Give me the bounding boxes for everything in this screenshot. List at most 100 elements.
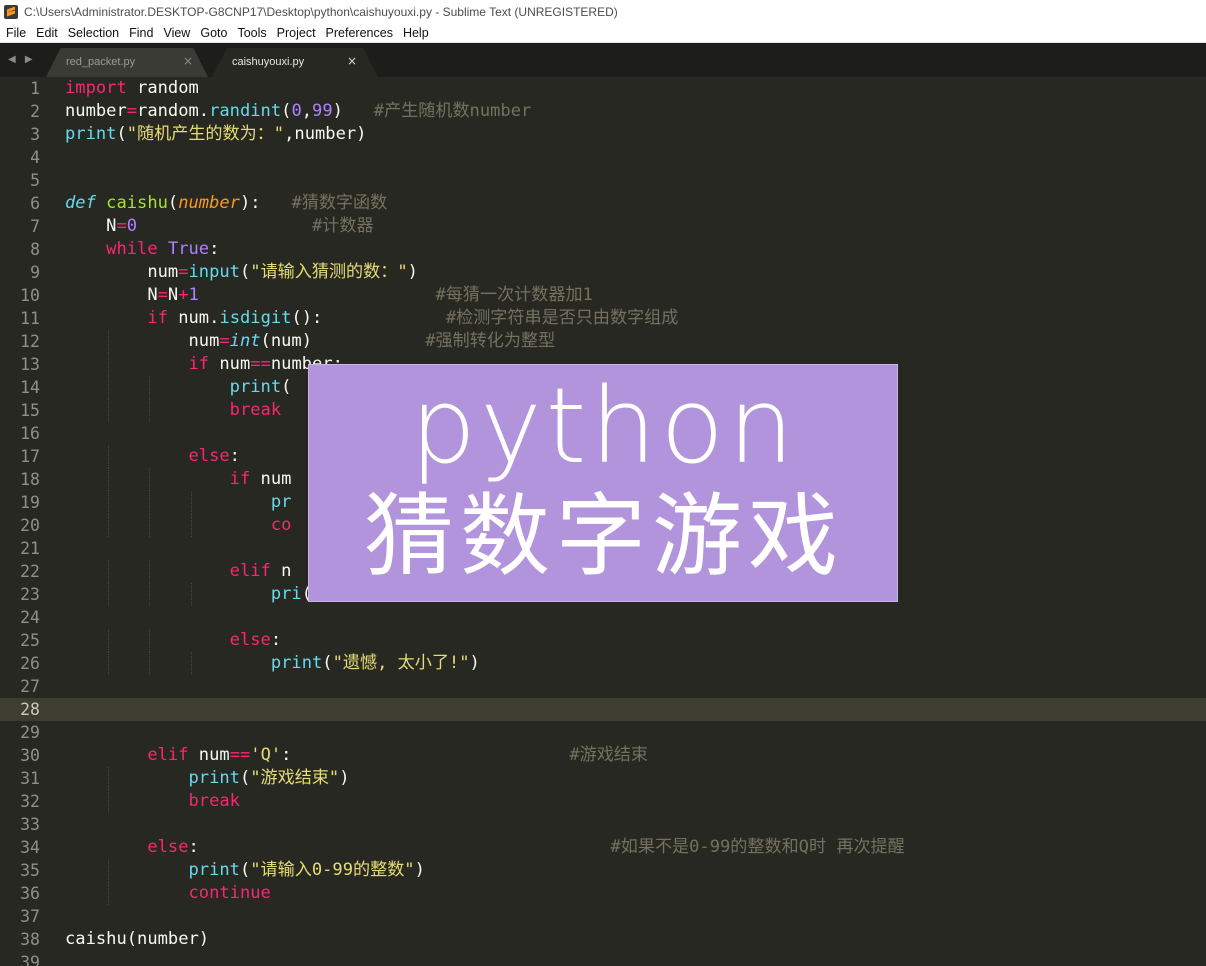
- code-line[interactable]: co: [65, 514, 292, 537]
- code-line[interactable]: num=int(num) #强制转化为整型: [65, 330, 555, 353]
- tab-red-packet[interactable]: red_packet.py ×: [46, 48, 208, 77]
- code-line[interactable]: N=N+1 #每猜一次计数器加1: [65, 284, 593, 307]
- code-token: if: [147, 308, 168, 328]
- code-line[interactable]: elif num=='Q': #游戏结束: [65, 744, 648, 767]
- code-token: if: [188, 354, 210, 374]
- code-line[interactable]: elif n: [65, 560, 292, 583]
- code-token: ==: [250, 354, 271, 374]
- code-token: N: [167, 285, 179, 305]
- indent-guide: [108, 790, 110, 813]
- line-number: 31: [20, 769, 40, 788]
- indent-guide: [149, 468, 151, 491]
- tab-label: red_packet.py: [66, 56, 136, 68]
- code-token: 0: [126, 216, 138, 236]
- close-icon[interactable]: ×: [347, 54, 357, 68]
- code-token: input: [188, 262, 240, 282]
- code-line[interactable]: break: [65, 790, 240, 813]
- tab-nav-arrows-icon[interactable]: ◀ ▶: [8, 54, 36, 65]
- code-token: #游戏结束: [569, 745, 648, 765]
- code-token: randint: [209, 101, 282, 121]
- indent-guide: [149, 491, 151, 514]
- indent-guide: [108, 560, 110, 583]
- indent-guide: [108, 491, 110, 514]
- code-token: "请输入猜测的数：": [250, 262, 408, 282]
- code-token: num: [188, 745, 230, 765]
- code-line[interactable]: else:: [65, 445, 240, 468]
- title-overlay-banner: python 猜数字游戏: [308, 364, 898, 602]
- code-line[interactable]: num=input("请输入猜测的数："): [65, 261, 418, 284]
- current-line-highlight: [0, 698, 1206, 721]
- code-line[interactable]: pr: [65, 491, 292, 514]
- code-line[interactable]: print("随机产生的数为：",number): [65, 123, 366, 146]
- menu-find[interactable]: Find: [123, 26, 157, 40]
- code-line[interactable]: print("请输入0-99的整数"): [65, 859, 425, 882]
- code-token: 1: [188, 285, 199, 305]
- menu-edit[interactable]: Edit: [30, 26, 62, 40]
- code-token: pr: [270, 492, 292, 512]
- code-line[interactable]: number=random.randint(0,99) #产生随机数number: [65, 100, 531, 123]
- code-line[interactable]: import random: [65, 77, 199, 100]
- line-number: 7: [30, 217, 40, 236]
- code-line[interactable]: def caishu(number): #猜数字函数: [65, 192, 387, 215]
- code-token: co: [270, 515, 292, 535]
- code-line[interactable]: break: [65, 399, 281, 422]
- menu-help[interactable]: Help: [397, 26, 433, 40]
- code-token: ): [414, 860, 425, 880]
- code-token: #猜数字函数: [291, 193, 388, 213]
- code-line[interactable]: N=0 #计数器: [65, 215, 373, 238]
- overlay-title-python: python: [410, 365, 798, 487]
- code-token: =: [116, 216, 127, 236]
- code-token: ): [469, 653, 480, 673]
- code-token: break: [188, 791, 240, 811]
- code-token: number: [178, 193, 240, 213]
- line-number: 29: [20, 723, 40, 742]
- code-token: #如果不是0-99的整数和Q时 再次提醒: [610, 837, 905, 857]
- code-token: 99: [312, 101, 333, 121]
- line-number: 17: [20, 447, 40, 466]
- menu-goto[interactable]: Goto: [194, 26, 231, 40]
- code-token: =: [219, 331, 230, 351]
- indent-guide: [108, 468, 110, 491]
- menu-preferences[interactable]: Preferences: [320, 26, 397, 40]
- code-token: random.: [137, 101, 210, 121]
- line-number: 38: [20, 930, 40, 949]
- code-token: def: [65, 193, 96, 213]
- code-line[interactable]: else:: [65, 629, 281, 652]
- code-token: :: [188, 837, 611, 857]
- line-number: 20: [20, 516, 40, 535]
- tab-caishuyouxi[interactable]: caishuyouxi.py ×: [212, 48, 378, 77]
- code-line[interactable]: continue: [65, 882, 271, 905]
- menu-file[interactable]: File: [0, 26, 30, 40]
- code-line[interactable]: if num==number:: [65, 353, 343, 376]
- code-line[interactable]: while True:: [65, 238, 219, 261]
- code-line[interactable]: else: #如果不是0-99的整数和Q时 再次提醒: [65, 836, 905, 859]
- code-token: ):: [239, 193, 292, 213]
- code-line[interactable]: print("遗憾, 太小了!"): [65, 652, 480, 675]
- code-token: N: [65, 285, 158, 305]
- code-token: else: [147, 837, 189, 857]
- code-line[interactable]: print(: [65, 376, 292, 399]
- menu-selection[interactable]: Selection: [62, 26, 123, 40]
- menu-view[interactable]: View: [157, 26, 194, 40]
- code-token: elif: [147, 745, 189, 765]
- code-line[interactable]: if num.isdigit(): #检测字符串是否只由数字组成: [65, 307, 678, 330]
- indent-guide: [149, 376, 151, 399]
- line-number: 37: [20, 907, 40, 926]
- menu-project[interactable]: Project: [271, 26, 320, 40]
- line-number: 3: [30, 125, 40, 144]
- indent-guide: [149, 560, 151, 583]
- close-icon[interactable]: ×: [183, 54, 193, 68]
- menu-tools[interactable]: Tools: [231, 26, 270, 40]
- line-number: 26: [20, 654, 40, 673]
- line-number: 15: [20, 401, 40, 420]
- indent-guide: [108, 445, 110, 468]
- line-number: 1: [30, 79, 40, 98]
- code-line[interactable]: caishu(number): [65, 928, 209, 951]
